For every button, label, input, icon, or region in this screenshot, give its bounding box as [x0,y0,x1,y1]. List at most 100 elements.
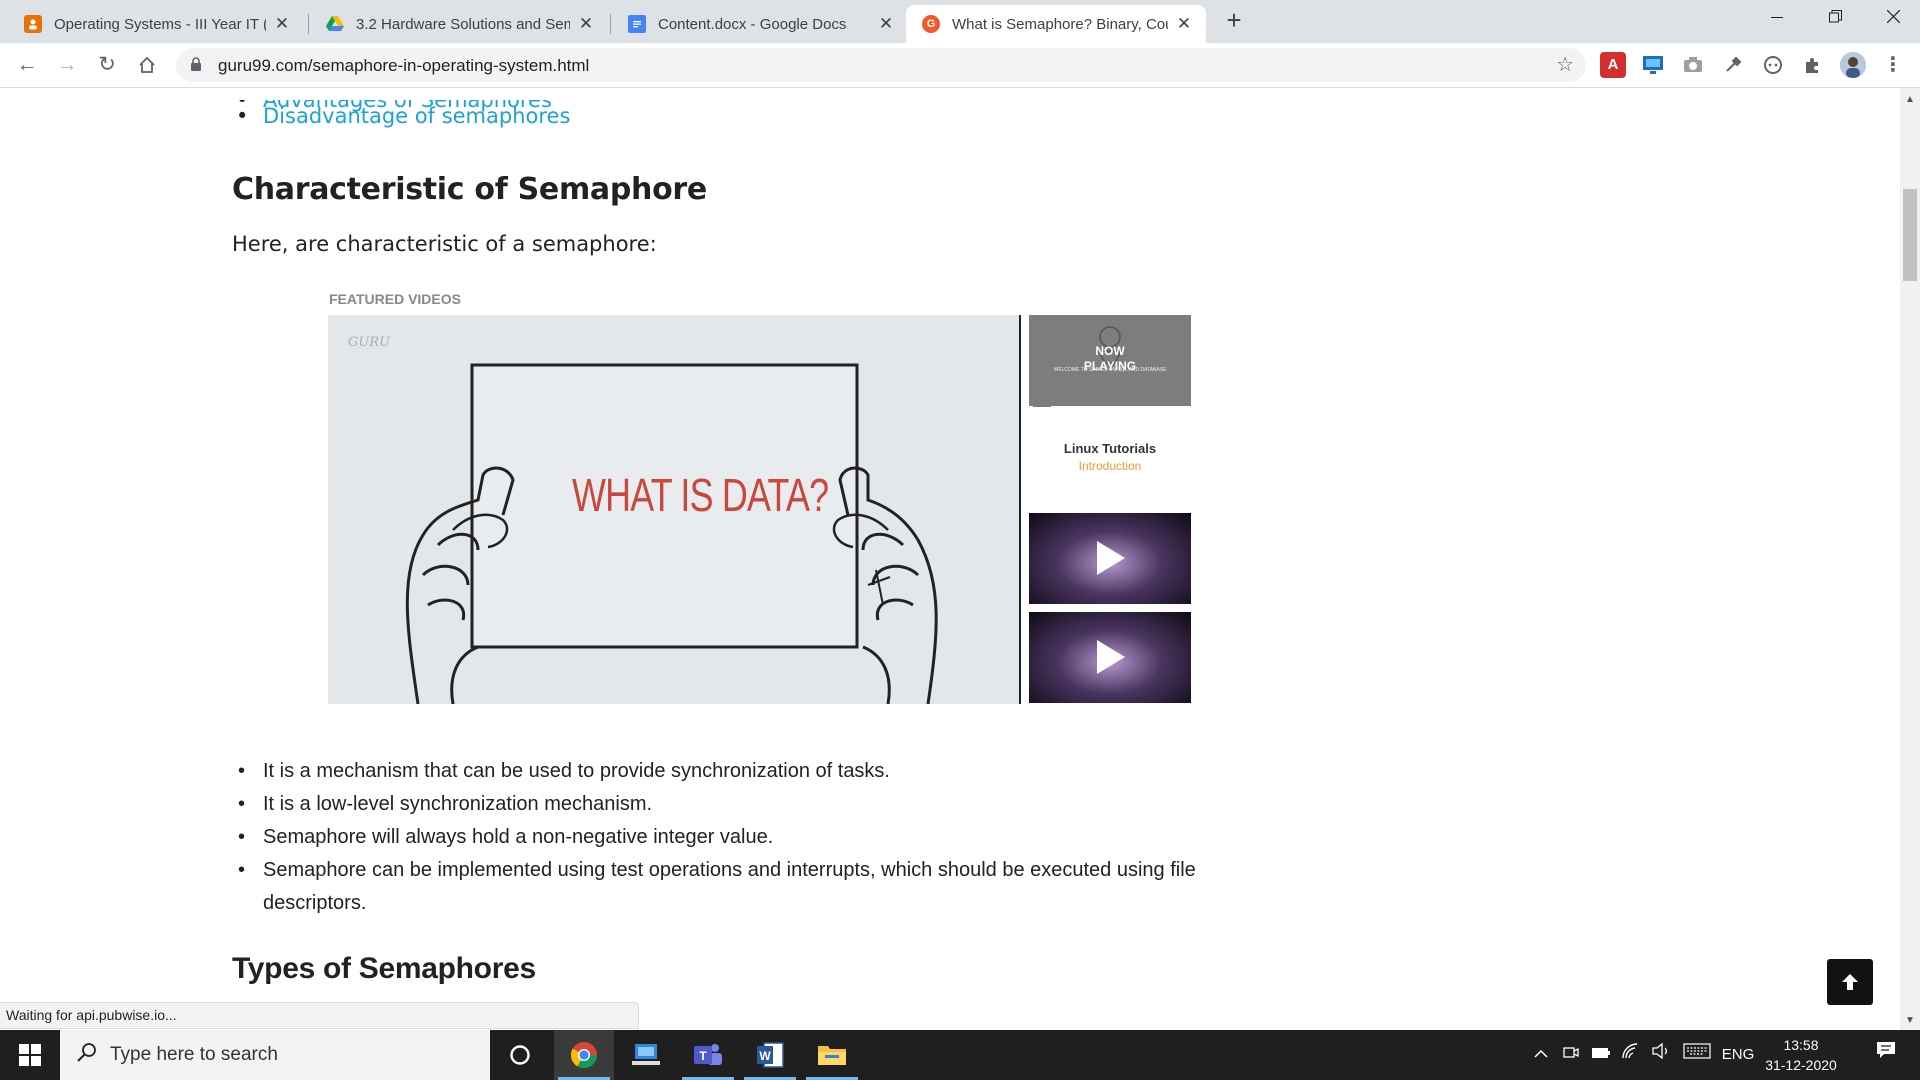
web-page: Advantages of Semaphores • Disadvantage … [0,88,1900,1030]
taskbar-chrome[interactable] [554,1030,614,1080]
clock-date: 31-12-2020 [1765,1057,1837,1073]
video-player[interactable]: GURU WHAT IS DATA? [328,315,1019,704]
word-icon: W [757,1042,784,1068]
windows-taskbar: Type here to search T W ENG 13:58 31-12-… [0,1030,1920,1080]
folder-icon [818,1046,846,1065]
cortana-button[interactable] [490,1030,550,1080]
search-placeholder: Type here to search [110,1044,278,1065]
toc-link-disadvantage[interactable]: Disadvantage of semaphores [232,104,932,128]
menu-kebab-icon[interactable]: ⋮ [1880,52,1906,78]
show-hidden-icons-chevron-icon[interactable] [1528,1030,1554,1080]
search-icon [77,1043,96,1062]
docs-icon [628,15,646,33]
close-tab-icon[interactable]: ✕ [1174,14,1194,34]
scroll-up-arrow-icon[interactable]: ▲ [1900,94,1920,105]
section-heading: Characteristic of Semaphore [232,172,707,207]
lock-icon [191,57,201,71]
keyboard-icon[interactable] [1680,1030,1714,1080]
tab-hardware-solutions[interactable]: 3.2 Hardware Solutions and Sem ✕ [310,5,608,43]
table-of-contents: Disadvantage of semaphores [232,104,932,128]
taskbar-remote-desktop[interactable] [616,1030,676,1080]
play-icon [1097,541,1125,575]
svg-text:T: T [699,1049,707,1063]
featured-videos-label: FEATURED VIDEOS [329,291,461,307]
tab-title: 3.2 Hardware Solutions and Sem [356,15,570,33]
close-tab-icon[interactable]: ✕ [876,14,896,34]
tab-separator [610,14,611,34]
video-thumbnail-linux[interactable]: Linux Tutorials Introduction [1029,406,1191,506]
taskbar-search-box[interactable]: Type here to search [60,1030,490,1080]
url-text: guru99.com/semaphore-in-operating-system… [218,56,590,75]
arrow-up-icon [1842,974,1858,990]
language-indicator[interactable]: ENG [1718,1030,1758,1080]
list-item: Semaphore can be implemented using test … [232,854,1262,920]
taskbar-word[interactable]: W [740,1030,800,1080]
windows-logo-icon [19,1044,41,1066]
characteristics-list: It is a mechanism that can be used to pr… [232,755,1282,920]
thumbnail-tick [1033,406,1051,407]
status-bar: Waiting for api.pubwise.io... [0,1002,639,1029]
notifications-icon[interactable] [1864,1030,1908,1080]
address-bar[interactable]: guru99.com/semaphore-in-operating-system… [176,48,1586,82]
volume-icon[interactable] [1648,1030,1674,1080]
cortana-circle-icon [510,1045,530,1065]
battery-icon[interactable] [1588,1030,1614,1080]
forward-arrow-icon[interactable]: → [52,50,82,80]
tab-google-docs[interactable]: Content.docx - Google Docs ✕ [612,5,908,43]
close-tab-icon[interactable]: ✕ [576,14,596,34]
bookmark-star-icon[interactable]: ☆ [1556,52,1574,77]
camera-extension-icon[interactable] [1680,52,1706,78]
tracker-extension-icon[interactable] [1760,52,1786,78]
wifi-icon[interactable] [1618,1030,1644,1080]
reload-icon[interactable]: ↻ [92,50,122,80]
list-item: It is a mechanism that can be used to pr… [232,755,1282,788]
tab-semaphore[interactable]: G What is Semaphore? Binary, Cou ✕ [906,5,1206,43]
types-heading: Types of Semaphores [232,952,536,985]
taskbar-file-explorer[interactable] [802,1030,862,1080]
extensions-puzzle-icon[interactable] [1800,52,1826,78]
start-button[interactable] [0,1030,60,1080]
minimize-button[interactable] [1748,0,1806,38]
back-to-top-button[interactable] [1827,959,1873,1005]
close-tab-icon[interactable]: ✕ [272,14,292,34]
profile-avatar[interactable] [1840,52,1866,78]
scroll-down-arrow-icon[interactable]: ▼ [1900,1015,1920,1026]
remote-desktop-icon [632,1044,660,1065]
taskbar-teams[interactable]: T [678,1030,738,1080]
meet-now-icon[interactable] [1558,1030,1584,1080]
screen-capture-extension-icon[interactable] [1640,52,1666,78]
linux-tutorials-title: Linux Tutorials [1063,441,1157,456]
tab-title: Operating Systems - III Year IT (B [54,15,266,33]
browser-toolbar: ← → ↻ guru99.com/semaphore-in-operating-… [0,43,1920,88]
restore-button[interactable] [1806,0,1864,38]
acrobat-extension-icon[interactable]: A [1600,52,1626,78]
video-thumbnail-4[interactable] [1029,612,1191,703]
video-thumbnail-now-playing[interactable]: NOW PLAYING WELCOME TO SERIES ON SQL AND … [1029,315,1191,406]
chrome-icon [570,1042,598,1069]
drive-icon [326,15,344,33]
new-tab-button[interactable]: + [1220,6,1248,34]
guru99-icon: G [922,15,940,33]
player-divider [1019,315,1021,704]
teams-icon: T [694,1044,722,1065]
board-text: WHAT IS DATA? [572,469,829,521]
scrollbar-thumb[interactable] [1903,189,1917,281]
tab-title: What is Semaphore? Binary, Cou [952,15,1168,33]
video-thumbnail-3[interactable] [1029,513,1191,604]
clock-time: 13:58 [1783,1037,1819,1053]
svg-text:W: W [759,1049,771,1063]
back-arrow-icon[interactable]: ← [12,50,42,80]
tab-strip: Operating Systems - III Year IT (B ✕ 3.2… [0,0,1920,43]
vertical-scrollbar[interactable]: ▲ ▼ [1900,88,1920,1030]
list-item: It is a low-level synchronization mechan… [232,788,1282,821]
intro-text: Here, are characteristic of a semaphore: [232,232,657,256]
tab-operating-systems[interactable]: Operating Systems - III Year IT (B ✕ [8,5,304,43]
home-icon[interactable] [132,50,162,80]
play-icon [1097,640,1125,674]
thumbnail-caption: WELCOME TO SERIES ON SQL AND DATABASE [1053,367,1167,373]
tab-separator [308,14,309,34]
clock[interactable]: 13:58 31-12-2020 [1764,1030,1838,1080]
eyedropper-extension-icon[interactable] [1720,52,1746,78]
linux-tutorials-subtitle: Introduction [1078,459,1142,473]
close-window-button[interactable] [1864,0,1920,38]
